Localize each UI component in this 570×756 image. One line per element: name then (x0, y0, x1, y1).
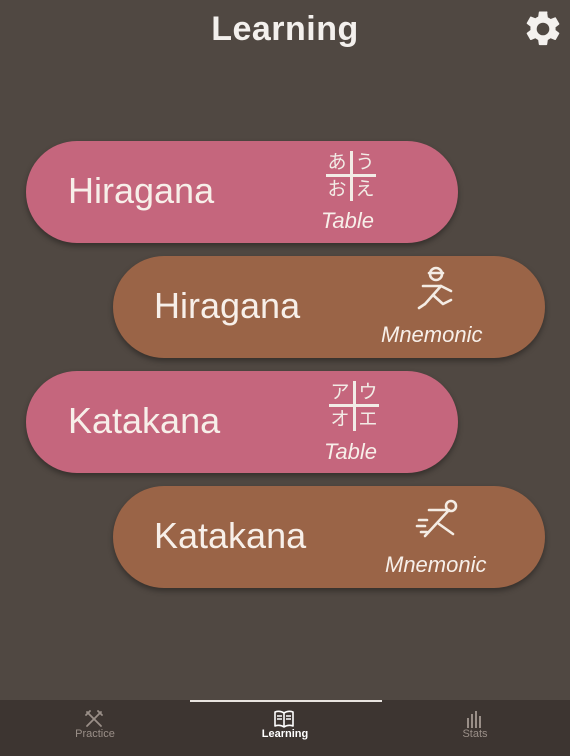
tab-practice[interactable]: Practice (0, 700, 190, 756)
card-subtitle: Mnemonic (381, 322, 483, 347)
kana-cell: ウ (358, 381, 378, 403)
tab-label: Practice (75, 728, 115, 740)
bottom-nav: Practice Learning Stats (0, 700, 570, 756)
kana-cell: え (355, 178, 375, 200)
card-title: Hiragana (154, 285, 301, 326)
kana-table-icon: ア ウ オ エ (329, 381, 379, 431)
kana-cell: お (327, 178, 347, 200)
hiragana-mnemonic-icon (417, 266, 453, 310)
active-tab-indicator (190, 700, 382, 702)
tab-learning[interactable]: Learning (190, 700, 380, 756)
app-header: Learning (0, 0, 570, 60)
kana-table-icon: あ う お え (326, 151, 376, 201)
gear-icon[interactable] (522, 8, 564, 50)
kana-cell: あ (327, 151, 347, 173)
tab-label: Stats (462, 728, 488, 740)
kana-cell: エ (358, 408, 378, 430)
katakana-mnemonic-card[interactable]: Katakana Mnemonic (113, 486, 545, 588)
kana-cell: オ (330, 408, 350, 430)
practice-icon (85, 710, 103, 727)
card-subtitle: Table (324, 439, 378, 464)
card-title: Hiragana (68, 170, 215, 211)
katakana-mnemonic-icon (415, 499, 458, 538)
hiragana-table-card[interactable]: Hiragana あ う お え Table (26, 141, 458, 243)
tab-label: Learning (261, 728, 309, 740)
tab-stats[interactable]: Stats (380, 700, 570, 756)
book-icon (274, 710, 294, 728)
page-title: Learning (211, 10, 359, 48)
hiragana-mnemonic-card[interactable]: Hiragana Mnemonic (113, 256, 545, 358)
card-title: Katakana (154, 515, 307, 556)
katakana-table-card[interactable]: Katakana ア ウ オ エ Table (26, 371, 458, 473)
card-subtitle: Table (321, 208, 375, 233)
kana-cell: ア (330, 381, 350, 403)
bar-chart-icon (467, 711, 481, 728)
card-subtitle: Mnemonic (385, 552, 487, 577)
kana-cell: う (355, 151, 375, 173)
card-title: Katakana (68, 400, 221, 441)
